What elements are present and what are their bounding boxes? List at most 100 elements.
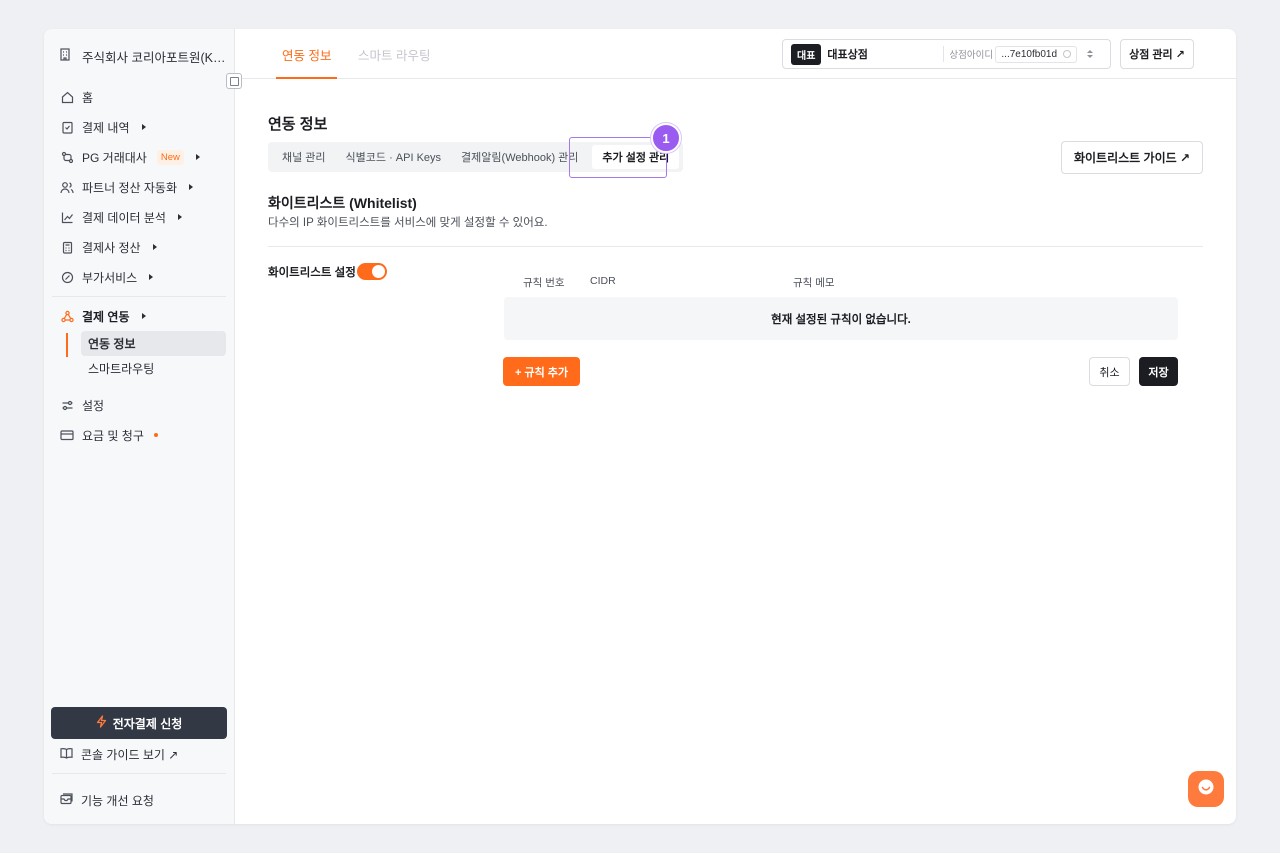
sidebar-item-addons[interactable]: 부가서비스 [44, 262, 234, 292]
cancel-button[interactable]: 취소 [1089, 357, 1130, 386]
cancel-label: 취소 [1099, 366, 1120, 379]
caret-right-icon [189, 184, 193, 190]
feature-request-link[interactable]: 기능 개선 요청 [60, 791, 154, 809]
sidebar-item-billing[interactable]: 요금 및 청구 [44, 420, 234, 450]
tab-label: 연동 정보 [282, 48, 332, 63]
subtab-label: 식별코드 · API Keys [345, 152, 442, 164]
feature-request-label: 기능 개선 요청 [81, 793, 154, 808]
column-header-cidr: CIDR [590, 275, 616, 287]
store-id-label: 상점아이디 [949, 50, 994, 61]
company-name: 주식회사 코리아포트원(Kore... [82, 50, 226, 65]
company-switcher[interactable]: 주식회사 코리아포트원(Kore... [58, 39, 230, 73]
sidebar-item-label: 요금 및 청구 [82, 428, 144, 443]
top-header: 연동 정보 스마트 라우팅 대표 대표상점 상점아이디 ...7e10fb01d… [235, 29, 1236, 79]
table-empty-row: 현재 설정된 규칙이 없습니다. [504, 297, 1178, 340]
subtab-channel-management[interactable]: 채널 관리 [272, 145, 336, 169]
subtab-webhook[interactable]: 결제알림(Webhook) 관리 [451, 145, 588, 169]
sidebar-subitem-integration-info[interactable]: 연동 정보 [81, 331, 226, 356]
whitelist-guide-button[interactable]: 화이트리스트 가이드 ↗ [1061, 141, 1203, 174]
store-id-value: ...7e10fb01d [1001, 48, 1058, 60]
sidebar-item-pg-reconcile[interactable]: PG 거래대사 New [44, 142, 234, 172]
subtab-label: 결제알림(Webhook) 관리 [461, 152, 579, 164]
sidebar-item-integration[interactable]: 결제 연동 [44, 301, 234, 331]
sidebar: 주식회사 코리아포트원(Kore... 홈 결제 내역 PG 거래대사 New … [44, 29, 235, 824]
tab-integration-info[interactable]: 연동 정보 [275, 29, 339, 79]
building-icon [58, 47, 72, 66]
sidebar-nav: 홈 결제 내역 PG 거래대사 New 파트너 정산 자동화 결제 데이터 분석 [44, 82, 234, 450]
subtab-label: 채널 관리 [282, 152, 326, 164]
section-description: 다수의 IP 화이트리스트를 서비스에 맞게 설정할 수 있어요. [268, 217, 548, 229]
sidebar-item-label: 홈 [82, 90, 94, 105]
whitelist-toggle[interactable] [357, 263, 387, 280]
whitelist-toggle-label: 화이트리스트 설정 [268, 267, 356, 279]
chevron-updown-icon [1087, 50, 1094, 58]
sidebar-item-label: 결제사 정산 [82, 240, 141, 255]
step-badge: 1 [651, 123, 681, 153]
sliders-icon [60, 398, 74, 412]
section-title: 화이트리스트 (Whitelist) [268, 195, 417, 211]
apply-payment-button[interactable]: 전자결제 신청 [51, 707, 227, 739]
store-divider [943, 46, 945, 62]
integration-icon [60, 309, 74, 323]
reconcile-icon [60, 150, 74, 164]
whitelist-guide-label: 화이트리스트 가이드 ↗ [1073, 151, 1191, 165]
subtab-api-keys[interactable]: 식별코드 · API Keys [336, 145, 452, 169]
section-divider [268, 246, 1203, 247]
chat-icon [1197, 778, 1215, 801]
caret-right-icon [195, 154, 200, 160]
column-header-rule-memo: 규칙 메모 [793, 277, 835, 289]
caret-right-icon [149, 274, 154, 280]
sidebar-item-label: 결제 연동 [82, 309, 130, 324]
sidebar-collapse-button[interactable] [226, 73, 242, 89]
users-icon [60, 180, 74, 194]
store-id-chip[interactable]: ...7e10fb01d [995, 45, 1078, 63]
receipt-icon [60, 120, 74, 134]
sidebar-item-home[interactable]: 홈 [44, 82, 234, 112]
sidebar-divider [52, 296, 226, 297]
page-title: 연동 정보 [268, 116, 328, 133]
sidebar-item-label: 설정 [82, 398, 105, 413]
sidebar-item-label: PG 거래대사 [82, 150, 147, 165]
book-icon [60, 747, 73, 762]
store-manage-button[interactable]: 상점 관리 ↗ [1120, 39, 1194, 69]
chat-support-button[interactable] [1188, 771, 1224, 807]
tab-smart-routing[interactable]: 스마트 라우팅 [358, 29, 430, 79]
caret-right-icon [152, 244, 157, 250]
integration-submenu: 연동 정보 스마트라우팅 [66, 331, 234, 381]
store-name: 대표상점 [827, 49, 868, 61]
save-label: 저장 [1148, 366, 1169, 379]
sidebar-item-partner-settlement[interactable]: 파트너 정산 자동화 [44, 172, 234, 202]
store-selector[interactable]: 대표 대표상점 상점아이디 ...7e10fb01d [782, 39, 1111, 69]
new-badge: New [156, 149, 184, 165]
apply-payment-label: 전자결제 신청 [112, 716, 183, 731]
caret-right-icon [141, 124, 146, 130]
sidebar-item-analytics[interactable]: 결제 데이터 분석 [44, 202, 234, 232]
sidebar-bottom-divider [52, 773, 226, 774]
sidebar-subitem-label: 스마트라우팅 [88, 362, 155, 376]
sidebar-subitem-smart-routing[interactable]: 스마트라우팅 [81, 356, 226, 381]
notification-dot [153, 433, 158, 437]
sidebar-item-label: 부가서비스 [82, 270, 138, 285]
add-rule-button[interactable]: + 규칙 추가 [503, 357, 580, 386]
save-button[interactable]: 저장 [1139, 357, 1178, 386]
copy-icon[interactable] [1063, 50, 1072, 58]
sidebar-item-payments[interactable]: 결제 내역 [44, 112, 234, 142]
home-icon [60, 90, 74, 104]
sidebar-item-pg-settlement[interactable]: 결제사 정산 [44, 232, 234, 262]
calculator-icon [60, 240, 74, 254]
store-manage-label: 상점 관리 ↗ [1129, 49, 1185, 61]
console-guide-link[interactable]: 콘솔 가이드 보기 ↗ [60, 745, 178, 763]
add-rule-label: + 규칙 추가 [514, 366, 569, 379]
main-content: 연동 정보 채널 관리 식별코드 · API Keys 결제알림(Webhook… [235, 80, 1236, 824]
store-tag: 대표 [791, 43, 822, 65]
card-icon [60, 428, 74, 442]
sidebar-item-settings[interactable]: 설정 [44, 390, 234, 420]
app-window: 주식회사 코리아포트원(Kore... 홈 결제 내역 PG 거래대사 New … [44, 29, 1236, 824]
console-guide-label: 콘솔 가이드 보기 ↗ [81, 747, 179, 762]
empty-state-text: 현재 설정된 규칙이 없습니다. [771, 313, 911, 326]
lightning-icon [96, 715, 107, 731]
chart-icon [60, 210, 74, 224]
sub-tabs: 채널 관리 식별코드 · API Keys 결제알림(Webhook) 관리 추… [268, 142, 684, 172]
sidebar-item-label: 파트너 정산 자동화 [82, 180, 177, 195]
